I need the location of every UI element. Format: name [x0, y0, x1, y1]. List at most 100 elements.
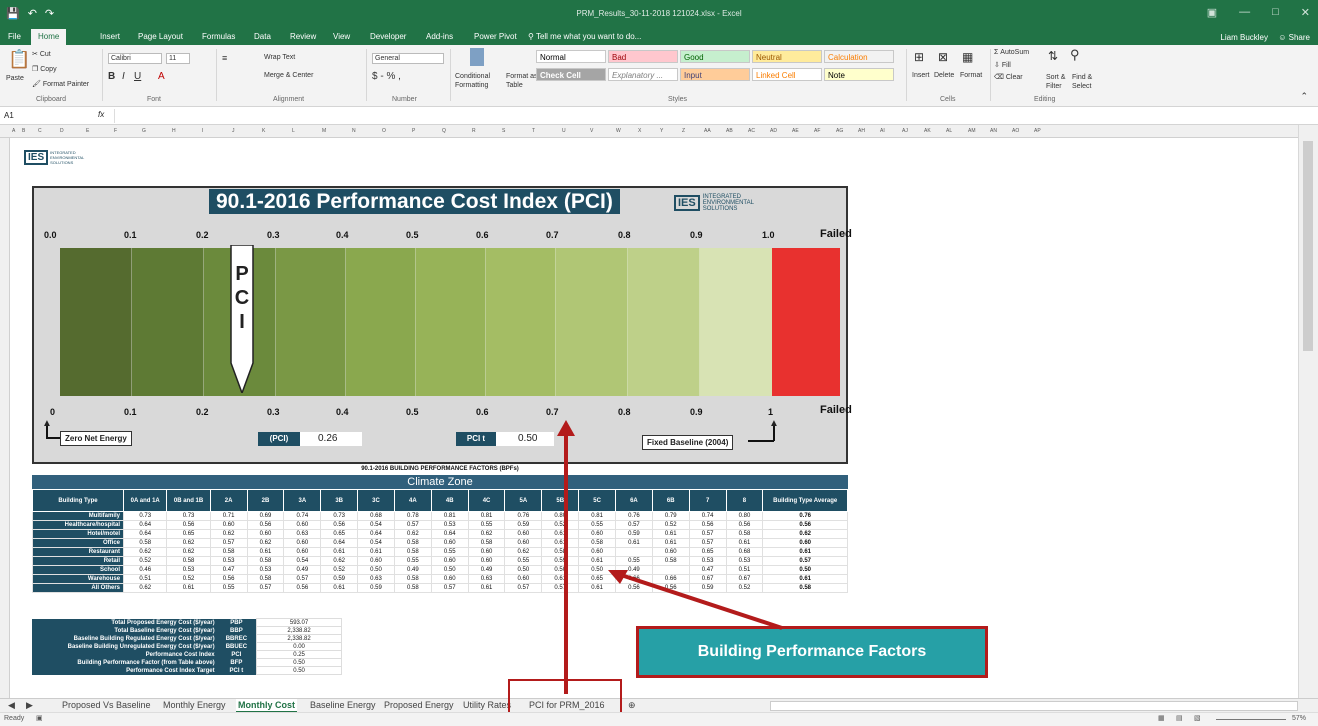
clear-button[interactable]: ⌫ Clear [994, 73, 1023, 81]
building-type-cell[interactable]: Healthcare/hospital [31, 520, 125, 530]
bpf-value-cell[interactable]: 0.60 [578, 529, 616, 539]
bpf-value-cell[interactable]: 0.56 [320, 520, 359, 530]
bpf-value-cell[interactable]: 0.56 [283, 583, 322, 593]
bpf-value-cell[interactable]: 0.47 [209, 565, 248, 575]
copy-button[interactable]: ❐ Copy [32, 65, 57, 73]
page-break-icon[interactable]: ▧ [1194, 714, 1201, 722]
column-header[interactable]: G [142, 128, 146, 134]
summary-value[interactable]: 593.07 [256, 618, 342, 627]
bpf-value-cell[interactable]: 0.56 [725, 520, 764, 530]
bold-button[interactable]: B [108, 71, 115, 82]
bpf-value-cell[interactable]: 0.81 [578, 511, 616, 521]
bpf-value-cell[interactable]: 0.52 [541, 520, 580, 530]
summary-value[interactable]: 0.00 [256, 642, 342, 651]
worksheet[interactable]: IES INTEGRATED ENVIRONMENTAL SOLUTIONS 9… [10, 138, 1298, 698]
column-header[interactable]: N [352, 128, 356, 134]
bpf-value-cell[interactable]: 0.58 [578, 538, 616, 548]
bpf-value-cell[interactable]: 0.68 [357, 511, 395, 521]
bpf-value-cell[interactable]: 0.50 [541, 565, 580, 575]
merge-center-button[interactable]: Merge & Center [264, 72, 313, 79]
bpf-value-cell[interactable]: 0.58 [209, 547, 248, 557]
bpf-value-cell[interactable]: 0.63 [467, 574, 506, 584]
column-header[interactable]: AG [836, 128, 843, 134]
bpf-value-cell[interactable]: 0.59 [320, 574, 359, 584]
format-as-table-button[interactable]: Format as Table [506, 72, 540, 90]
bpf-value-cell[interactable]: 0.58 [393, 583, 432, 593]
bpf-value-cell[interactable]: 0.64 [123, 520, 168, 530]
column-header[interactable]: M [322, 128, 326, 134]
bpf-value-cell[interactable]: 0.50 [430, 565, 469, 575]
bpf-value-cell[interactable]: 0.61 [166, 583, 211, 593]
column-header[interactable]: B [22, 128, 25, 134]
column-header[interactable]: AK [924, 128, 931, 134]
close-button[interactable]: ✕ [1301, 6, 1310, 19]
bpf-value-cell[interactable]: 0.60 [283, 547, 322, 557]
bpf-value-cell[interactable]: 0.61 [541, 538, 580, 548]
bpf-value-cell[interactable]: 0.65 [166, 529, 211, 539]
bpf-value-cell[interactable]: 0.80 [541, 511, 580, 521]
column-header[interactable]: Z [682, 128, 685, 134]
tab-power-pivot[interactable]: Power Pivot [474, 32, 517, 41]
style-explanatory[interactable]: Explanatory ... [608, 68, 678, 81]
summary-value[interactable]: 2,338.82 [256, 634, 342, 643]
bpf-value-cell[interactable]: 0.49 [283, 565, 322, 575]
bpf-value-cell[interactable]: 0.53 [209, 556, 248, 566]
vertical-scrollbar[interactable] [1298, 125, 1318, 698]
bpf-value-cell[interactable]: 0.56 [166, 520, 211, 530]
bpf-value-cell[interactable]: 0.60 [578, 547, 616, 557]
bpf-value-cell[interactable]: 0.53 [246, 565, 285, 575]
bpf-value-cell[interactable]: 0.64 [430, 529, 469, 539]
column-header[interactable]: AB [726, 128, 733, 134]
bpf-value-cell[interactable]: 0.49 [467, 565, 506, 575]
column-header[interactable]: AI [880, 128, 885, 134]
tab-insert[interactable]: Insert [100, 32, 120, 41]
style-input[interactable]: Input [680, 68, 750, 81]
bpf-value-cell[interactable]: 0.60 [283, 538, 322, 548]
bpf-value-cell[interactable]: 0.65 [320, 529, 359, 539]
number-format-select[interactable]: General [372, 53, 444, 64]
bpf-value-cell[interactable]: 0.81 [467, 511, 506, 521]
bpf-value-cell[interactable]: 0.58 [541, 547, 580, 557]
cut-button[interactable]: ✂ Cut [32, 50, 51, 58]
find-select-button[interactable]: Find & Select [1072, 73, 1108, 91]
tab-view[interactable]: View [333, 32, 350, 41]
collapse-ribbon-icon[interactable]: ⌃ [1300, 91, 1308, 102]
bpf-value-cell[interactable]: 0.50 [504, 565, 543, 575]
building-average-cell[interactable]: 0.57 [762, 556, 848, 566]
building-type-cell[interactable]: Restaurant [31, 547, 125, 557]
format-cells-button[interactable]: Format [960, 72, 982, 79]
column-header[interactable]: AE [792, 128, 799, 134]
sheet-tab-proposed-energy[interactable]: Proposed Energy [384, 700, 454, 710]
column-header[interactable]: AC [748, 128, 755, 134]
tab-home[interactable]: Home [31, 29, 67, 45]
format-painter-button[interactable]: 🖌 Format Painter [32, 80, 89, 88]
bpf-value-cell[interactable]: 0.56 [688, 520, 727, 530]
maximize-button[interactable]: □ [1272, 6, 1279, 19]
sheet-tab-monthly-cost[interactable]: Monthly Cost [236, 699, 297, 713]
bpf-value-cell[interactable]: 0.60 [209, 520, 248, 530]
column-header[interactable]: U [562, 128, 566, 134]
column-header[interactable]: D [60, 128, 64, 134]
bpf-value-cell[interactable]: 0.56 [246, 520, 285, 530]
column-header[interactable]: AM [968, 128, 976, 134]
bpf-value-cell[interactable]: 0.57 [688, 538, 727, 548]
share-button[interactable]: ☺ Share [1278, 33, 1310, 42]
bpf-value-cell[interactable]: 0.53 [725, 556, 764, 566]
bpf-value-cell[interactable]: 0.58 [651, 556, 690, 566]
bpf-value-cell[interactable]: 0.76 [615, 511, 653, 521]
column-header[interactable]: AP [1034, 128, 1041, 134]
building-type-cell[interactable]: All Others [31, 583, 125, 593]
column-header[interactable]: Y [660, 128, 663, 134]
tab-review[interactable]: Review [290, 32, 316, 41]
bpf-value-cell[interactable]: 0.58 [246, 574, 285, 584]
macro-record-icon[interactable]: ▣ [36, 714, 43, 722]
bpf-value-cell[interactable]: 0.57 [209, 538, 248, 548]
summary-value[interactable]: 0.50 [256, 658, 342, 667]
summary-value[interactable]: 0.50 [256, 666, 342, 675]
bpf-value-cell[interactable]: 0.61 [320, 583, 359, 593]
bpf-value-cell[interactable]: 0.63 [283, 529, 322, 539]
bpf-value-cell[interactable]: 0.62 [166, 538, 211, 548]
column-header[interactable]: A [12, 128, 15, 134]
bpf-value-cell[interactable]: 0.73 [320, 511, 359, 521]
bpf-value-cell[interactable]: 0.78 [393, 511, 432, 521]
